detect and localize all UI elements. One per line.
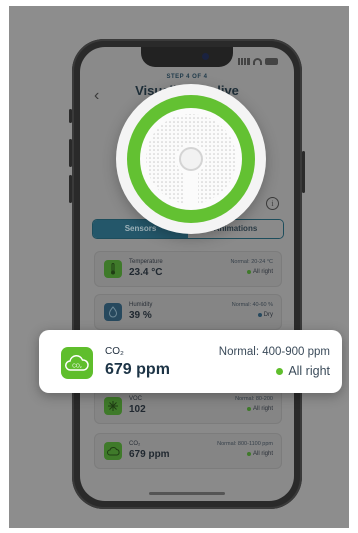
status-dot bbox=[276, 367, 284, 375]
phone-notch bbox=[141, 47, 233, 67]
sensor-status-text: All right bbox=[252, 406, 273, 412]
co2-icon-label: CO₂ bbox=[72, 364, 82, 370]
sensor-status: All right bbox=[246, 451, 273, 457]
sensor-grille-icon bbox=[146, 114, 236, 204]
sensor-value: 23.4 °C bbox=[129, 267, 163, 278]
sensor-status: All right bbox=[246, 269, 273, 275]
sensor-card-co2[interactable]: CO₂ 679 ppm Normal: 800-1100 ppm All rig… bbox=[94, 433, 282, 469]
co2-cloud-icon bbox=[104, 442, 122, 460]
highlighted-co2-card[interactable]: CO₂ CO₂ 679 ppm Normal: 400-900 ppm All … bbox=[39, 330, 342, 393]
sensor-normal-range: Normal: 80-200 bbox=[235, 396, 273, 402]
phone-side-button bbox=[69, 139, 72, 167]
camera-icon bbox=[202, 53, 209, 60]
sensor-card-humidity[interactable]: Humidity 39 % Normal: 40-60 % Dry bbox=[94, 294, 282, 330]
sensor-status: Dry bbox=[257, 312, 273, 318]
signal-icon bbox=[238, 58, 250, 65]
thermometer-icon bbox=[104, 260, 122, 278]
sensor-card-temperature[interactable]: Temperature 23.4 °C Normal: 20-24 °C All… bbox=[94, 251, 282, 287]
sensor-name: VOC bbox=[129, 396, 143, 402]
highlight-normal-range: Normal: 400-900 ppm bbox=[218, 346, 330, 358]
home-indicator bbox=[149, 492, 225, 495]
battery-icon bbox=[265, 58, 278, 65]
status-bar bbox=[238, 58, 278, 65]
phone-side-button bbox=[69, 175, 72, 203]
status-dot bbox=[246, 407, 251, 411]
step-indicator: STEP 4 OF 4 bbox=[166, 74, 208, 80]
sensor-name: Temperature bbox=[129, 259, 163, 265]
status-dot bbox=[257, 313, 262, 317]
wifi-icon bbox=[253, 58, 262, 65]
phone-side-button bbox=[69, 109, 72, 123]
co2-cloud-icon: CO₂ bbox=[61, 347, 93, 379]
sensor-normal-range: Normal: 40-60 % bbox=[231, 302, 273, 308]
sensor-status: All right bbox=[246, 406, 273, 412]
sensor-status-text: All right bbox=[252, 269, 273, 275]
sensor-normal-range: Normal: 20-24 °C bbox=[230, 259, 273, 265]
overlay-backdrop: ‹ STEP 4 OF 4 Visualize the live i Senso… bbox=[9, 6, 349, 528]
highlight-sensor-value: 679 ppm bbox=[105, 361, 170, 378]
phone-side-button bbox=[302, 151, 305, 193]
status-dot bbox=[246, 270, 251, 274]
highlight-status-text: All right bbox=[288, 364, 330, 378]
humidity-icon bbox=[104, 303, 122, 321]
sensor-device-illustration bbox=[116, 84, 266, 234]
info-icon[interactable]: i bbox=[266, 197, 279, 210]
sensor-value: 679 ppm bbox=[129, 449, 170, 460]
sensor-status-text: Dry bbox=[263, 312, 273, 318]
sensor-face bbox=[140, 108, 242, 210]
sensor-status-text: All right bbox=[252, 451, 273, 457]
sensor-green-ring bbox=[127, 95, 255, 223]
sensor-value: 39 % bbox=[129, 310, 152, 321]
sensor-name: Humidity bbox=[129, 302, 153, 308]
voc-icon bbox=[104, 397, 122, 415]
sensor-normal-range: Normal: 800-1100 ppm bbox=[217, 441, 273, 447]
highlight-status: All right bbox=[276, 364, 330, 378]
sensor-name: CO₂ bbox=[129, 441, 141, 447]
sensor-card-voc[interactable]: VOC 102 Normal: 80-200 All right bbox=[94, 388, 282, 424]
status-dot bbox=[246, 452, 251, 456]
highlight-sensor-name: CO₂ bbox=[105, 346, 124, 357]
sensor-value: 102 bbox=[129, 404, 146, 415]
